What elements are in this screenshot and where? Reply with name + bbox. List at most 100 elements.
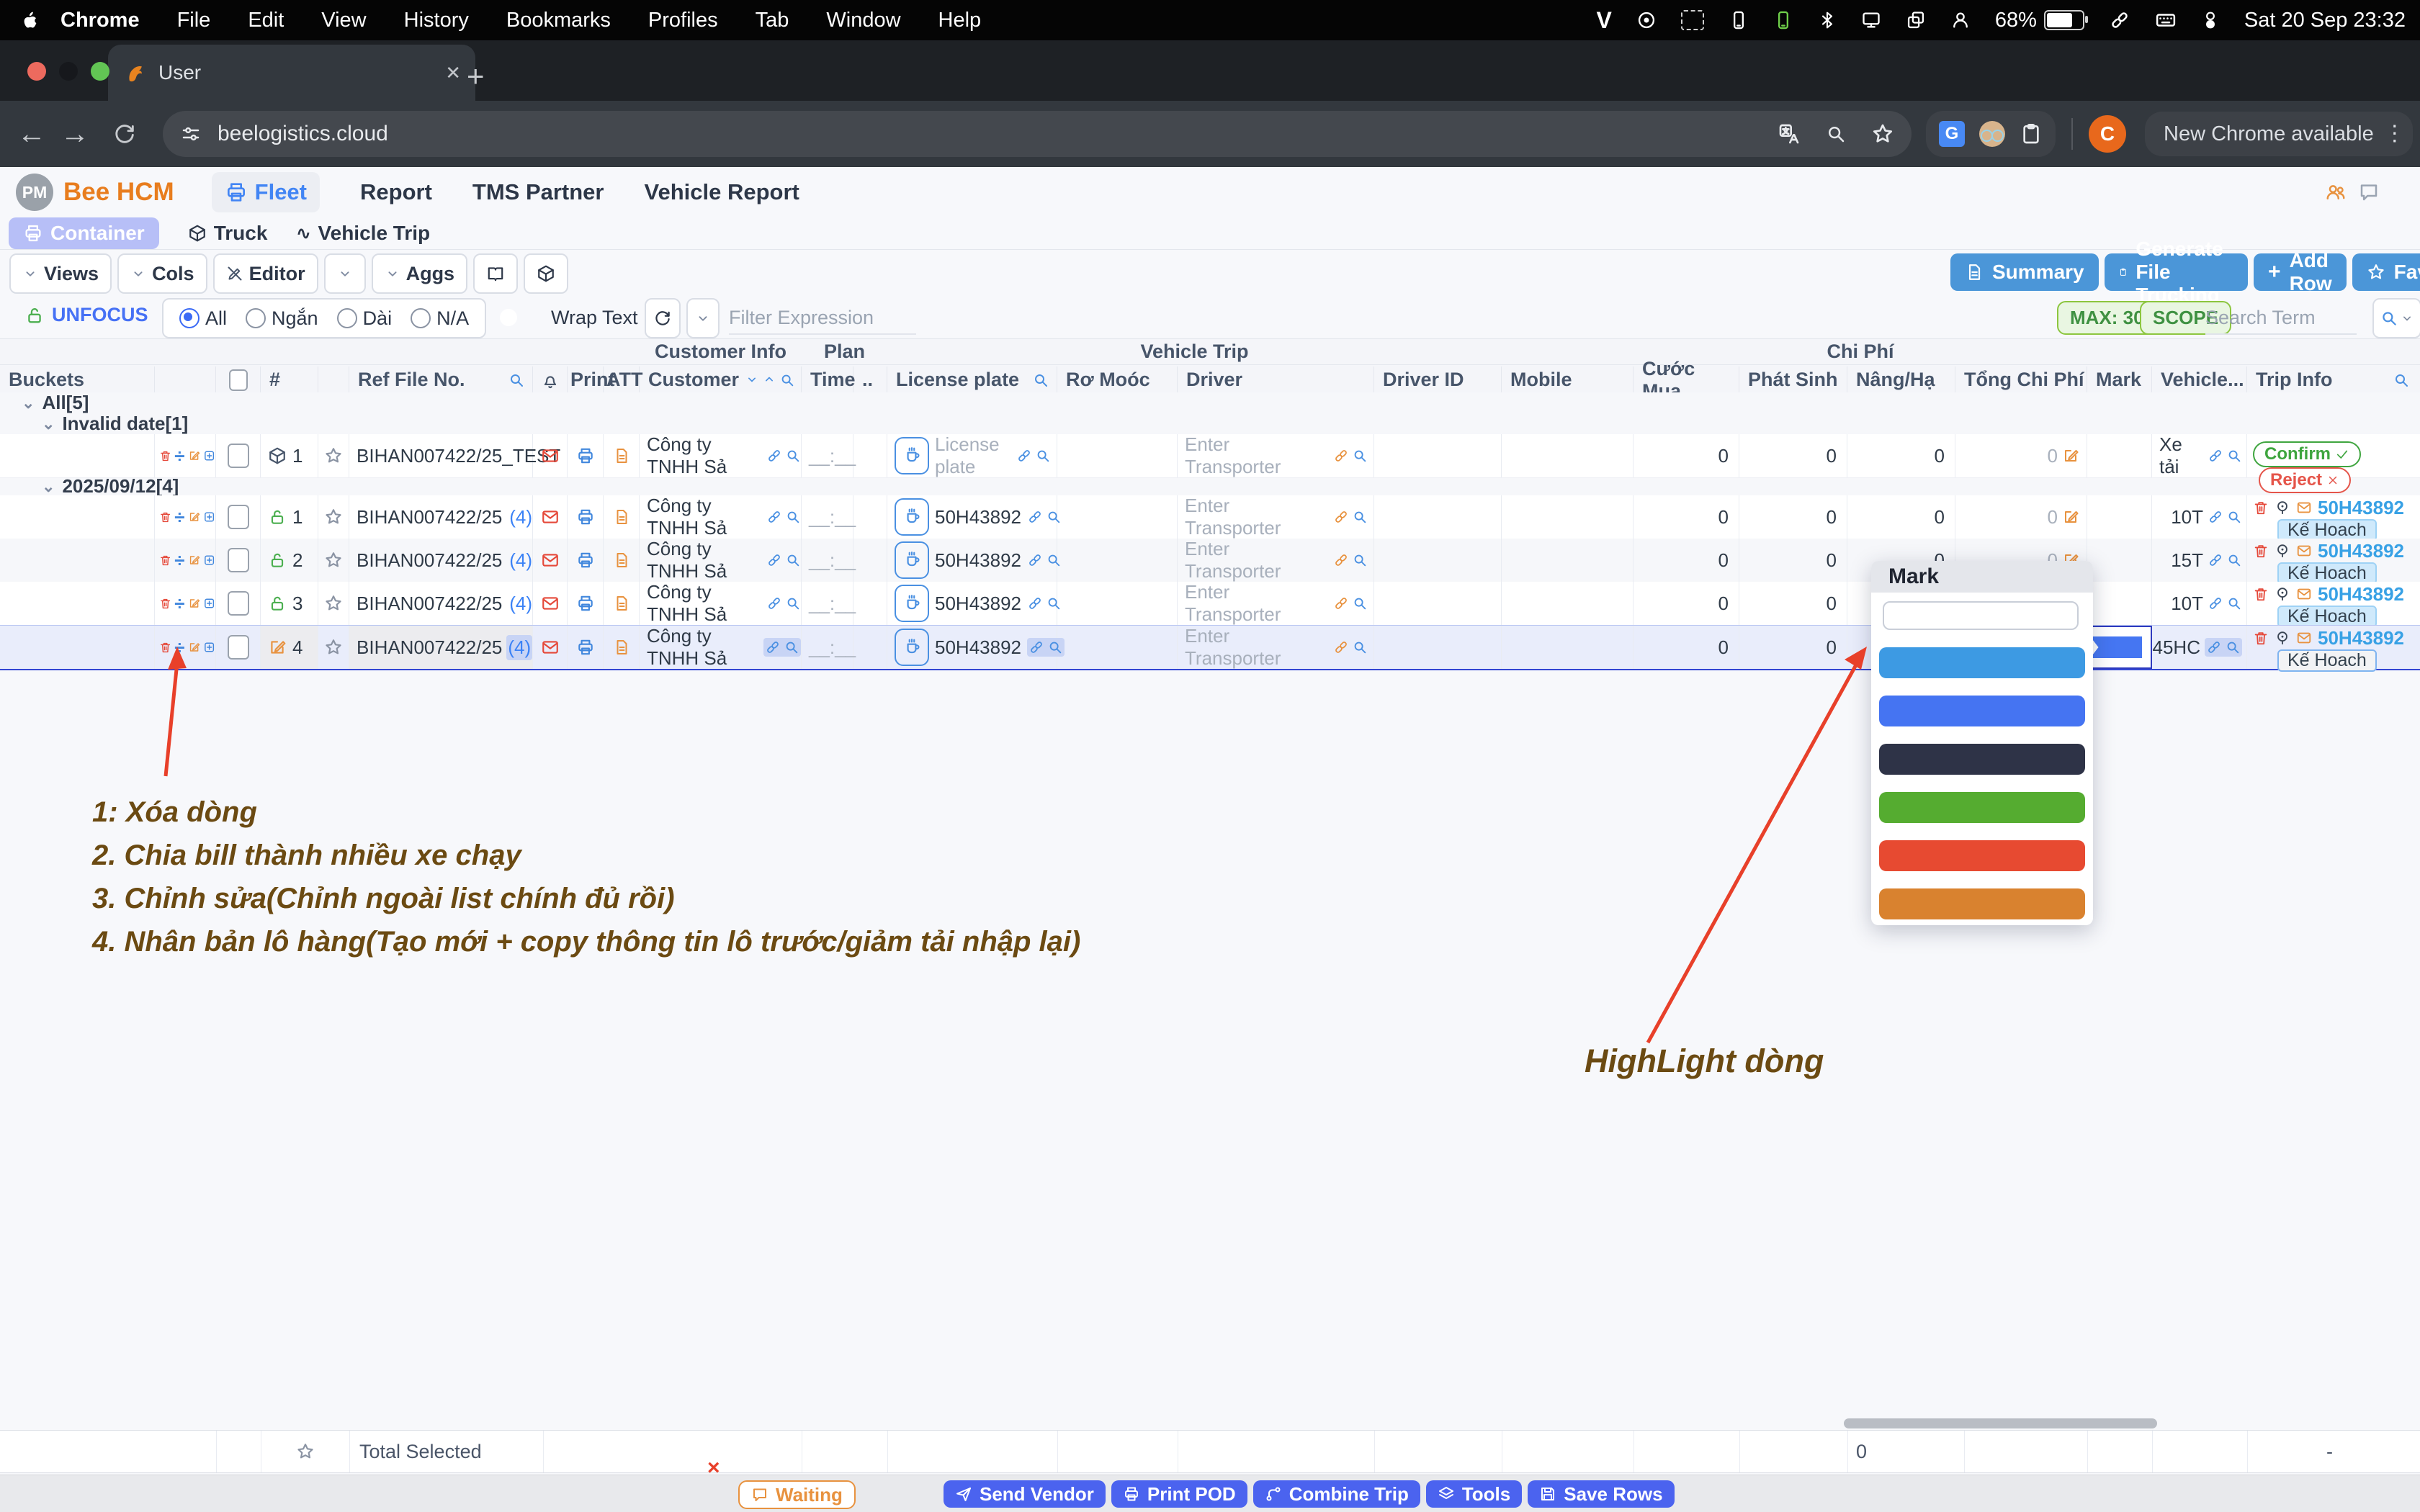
- customer-link-icon[interactable]: [766, 595, 782, 611]
- license-plate-field[interactable]: 50H43892: [935, 506, 1021, 528]
- row-edit-icon[interactable]: [188, 552, 200, 569]
- nang-ha-value[interactable]: 0: [1935, 445, 1945, 467]
- book-view-button[interactable]: [473, 253, 518, 294]
- menu-bookmarks[interactable]: Bookmarks: [506, 9, 611, 32]
- plate-link-icon[interactable]: [1027, 552, 1043, 568]
- radio-all[interactable]: All: [179, 307, 227, 330]
- search-button[interactable]: [2372, 298, 2420, 338]
- time-field[interactable]: __:__: [809, 593, 856, 615]
- customer-name[interactable]: Công ty TNHH Sả: [647, 625, 758, 670]
- col-romooc[interactable]: Rơ Moóc: [1057, 366, 1178, 393]
- display-icon[interactable]: [1861, 10, 1881, 30]
- vehicle-type[interactable]: Xe tải: [2159, 433, 2203, 478]
- driver-field[interactable]: Enter Transporter: [1185, 538, 1327, 582]
- menu-history[interactable]: History: [404, 9, 469, 32]
- add-row-button[interactable]: +Add Row: [2254, 253, 2347, 291]
- vehicle-search-icon[interactable]: [2226, 595, 2242, 611]
- keyboard-icon[interactable]: [2155, 9, 2177, 31]
- row-duplicate-icon[interactable]: [203, 447, 215, 464]
- extensions-puzzle-icon[interactable]: [2020, 122, 2043, 145]
- customer-search-icon[interactable]: [784, 639, 799, 655]
- print-icon[interactable]: [576, 594, 595, 613]
- vehicle-standby-button[interactable]: [895, 437, 929, 474]
- col-cuoc-mua[interactable]: Cước Mua: [1634, 366, 1739, 393]
- col-vehicle[interactable]: Vehicle...: [2152, 366, 2247, 393]
- views-button[interactable]: Views: [9, 253, 112, 294]
- trip-plate-link[interactable]: 50H43892: [2318, 627, 2404, 649]
- plate-link-icon[interactable]: [1016, 448, 1032, 464]
- phat-sinh-value[interactable]: 0: [1827, 636, 1837, 659]
- brand-name[interactable]: Bee HCM: [63, 178, 174, 207]
- control-center-icon[interactable]: [2201, 11, 2220, 30]
- driver-link-icon[interactable]: [1333, 595, 1349, 611]
- trip-mail-icon[interactable]: [2296, 500, 2312, 516]
- cube-view-button[interactable]: [524, 253, 568, 294]
- romooc-cell[interactable]: [1057, 582, 1178, 625]
- row-delete-icon[interactable]: [159, 639, 171, 656]
- print-icon[interactable]: [576, 638, 595, 657]
- mobile-cell[interactable]: [1502, 539, 1634, 582]
- ref-file-no[interactable]: BIHAN007422/25: [357, 549, 502, 572]
- romooc-cell[interactable]: [1057, 626, 1178, 669]
- people-icon[interactable]: [2325, 181, 2347, 203]
- mark-cell[interactable]: [2087, 495, 2152, 539]
- romooc-cell[interactable]: [1057, 434, 1178, 477]
- trip-location-icon[interactable]: [2275, 630, 2290, 646]
- user-avatar[interactable]: PM: [16, 174, 53, 211]
- attachment-doc-icon[interactable]: [613, 552, 630, 569]
- plate-link-icon[interactable]: [1028, 639, 1044, 655]
- vehicle-standby-button[interactable]: [895, 541, 929, 579]
- menubar-clock[interactable]: Sat 20 Sep 23:32: [2244, 9, 2406, 32]
- tab-close-icon[interactable]: ✕: [445, 62, 461, 84]
- filter-expression-input[interactable]: Filter Expression: [729, 307, 916, 335]
- cuoc-mua-value[interactable]: 0: [1718, 593, 1729, 615]
- mobile-cell[interactable]: [1502, 434, 1634, 477]
- customer-name[interactable]: Công ty TNHH Sả: [647, 433, 761, 478]
- summary-button[interactable]: Summary: [1950, 253, 2099, 291]
- mark-text-input[interactable]: [1883, 601, 2079, 630]
- menu-file[interactable]: File: [177, 9, 211, 32]
- print-icon[interactable]: [576, 508, 595, 526]
- forward-button[interactable]: →: [53, 118, 97, 150]
- nav-report[interactable]: Report: [360, 179, 432, 205]
- nav-fleet[interactable]: Fleet: [212, 172, 320, 212]
- trip-status-tag[interactable]: Kế Hoach: [2277, 649, 2377, 672]
- mark-color-swatch[interactable]: [1879, 647, 2085, 678]
- mark-color-swatch[interactable]: [1879, 840, 2085, 871]
- trip-delete-icon[interactable]: [2253, 500, 2269, 516]
- col-att[interactable]: ATT: [604, 366, 640, 393]
- row-checkbox[interactable]: [228, 591, 249, 616]
- row-checkbox[interactable]: [228, 635, 249, 660]
- nav-tms-partner[interactable]: TMS Partner: [472, 179, 604, 205]
- time-field[interactable]: __:__: [809, 636, 856, 659]
- profile-avatar[interactable]: C: [2089, 115, 2126, 153]
- bluetooth-icon[interactable]: [1818, 11, 1837, 30]
- vehicle-link-icon[interactable]: [2208, 448, 2223, 464]
- unfocus-button[interactable]: UNFOCUS: [24, 304, 148, 326]
- time-field[interactable]: __:__: [809, 506, 856, 528]
- mark-color-swatch[interactable]: [1879, 696, 2085, 726]
- col-ref[interactable]: Ref File No.: [349, 366, 533, 393]
- combine-trip-button[interactable]: Combine Trip: [1253, 1480, 1420, 1508]
- url-text[interactable]: beelogistics.cloud: [218, 122, 1778, 146]
- favorite-star-icon[interactable]: [324, 594, 343, 613]
- back-button[interactable]: ←: [10, 118, 53, 150]
- ref-file-no[interactable]: BIHAN007422/25: [357, 593, 502, 615]
- phat-sinh-value[interactable]: 0: [1827, 593, 1837, 615]
- customer-search-icon[interactable]: [785, 448, 801, 464]
- customer-search-icon[interactable]: [779, 372, 795, 388]
- print-pod-button[interactable]: Print POD: [1111, 1480, 1247, 1508]
- driver-search-icon[interactable]: [1352, 448, 1368, 464]
- zoom-window-button[interactable]: [91, 62, 109, 81]
- editor-button[interactable]: Editor: [213, 253, 318, 294]
- menu-chrome[interactable]: Chrome: [60, 9, 140, 32]
- trip-plate-link[interactable]: 50H43892: [2318, 540, 2404, 562]
- trip-plate-link[interactable]: 50H43892: [2318, 497, 2404, 519]
- new-tab-button[interactable]: +: [467, 59, 485, 94]
- customer-search-icon[interactable]: [785, 509, 801, 525]
- customer-link-icon[interactable]: [765, 639, 781, 655]
- notify-bell-icon[interactable]: [541, 371, 560, 390]
- browser-tab[interactable]: User ✕: [108, 45, 475, 101]
- vehicle-type[interactable]: 10T: [2171, 506, 2203, 528]
- driver-field[interactable]: Enter Transporter: [1185, 433, 1327, 478]
